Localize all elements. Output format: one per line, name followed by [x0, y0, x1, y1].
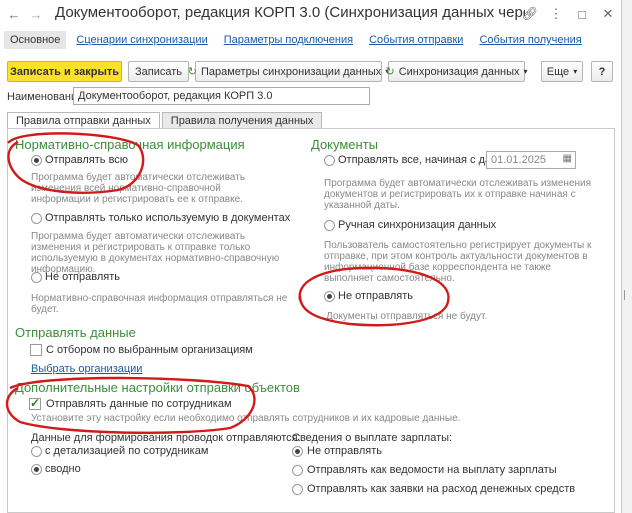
docs-date-value: 01.01.2025 — [491, 154, 547, 166]
postings-detailed-label: с детализацией по сотрудникам — [45, 445, 209, 457]
tab-main[interactable]: Основное — [4, 31, 67, 49]
postings-label: Данные для формирования проводок отправл… — [31, 432, 301, 444]
nsi-used-only-desc: Программа будет автоматически отслеживат… — [31, 231, 280, 275]
back-icon[interactable]: ← — [6, 6, 22, 22]
nsi-send-all-radio[interactable] — [31, 155, 42, 166]
tab-receive-events[interactable]: События получения — [473, 31, 587, 49]
tab-send-rules[interactable]: Правила отправки данных — [7, 112, 160, 129]
sync-params-icon: ↻ — [187, 66, 197, 78]
title-bar: ← → Документооборот, редакция КОРП 3.0 (… — [0, 0, 622, 28]
docs-send-from-date-desc: Программа будет автоматически отслеживат… — [324, 178, 592, 211]
postings-summary-label: сводно — [45, 463, 81, 475]
sync-data-icon: ↻ — [385, 66, 395, 78]
nsi-section-title: Нормативно-справочная информация — [15, 137, 245, 152]
chevron-down-icon: ▾ — [523, 67, 528, 76]
docs-send-from-date-radio[interactable] — [324, 155, 335, 166]
salary-requests-label: Отправлять как заявки на расход денежных… — [307, 483, 576, 495]
postings-summary-radio[interactable] — [31, 464, 42, 475]
employees-checkbox[interactable] — [29, 396, 41, 410]
salary-label: Сведения о выплате зарплаты: — [292, 432, 453, 444]
salary-statements-radio[interactable] — [292, 465, 303, 476]
nsi-used-only-radio[interactable] — [31, 213, 42, 224]
postings-detailed-radio[interactable] — [31, 446, 42, 457]
salary-dont-send-label: Не отправлять — [307, 445, 382, 457]
more-button[interactable]: Еще ▾ — [541, 61, 583, 82]
tab-receive-rules[interactable]: Правила получения данных — [161, 112, 323, 129]
salary-statements-label: Отправлять как ведомости на выплату зарп… — [307, 464, 557, 476]
docs-manual-sync-label: Ручная синхронизация данных — [338, 219, 497, 231]
app-window: ← → Документооборот, редакция КОРП 3.0 (… — [0, 0, 622, 513]
maximize-icon[interactable]: □ — [574, 6, 590, 22]
help-label: ? — [598, 65, 606, 78]
name-field[interactable]: Документооборот, редакция КОРП 3.0 — [73, 87, 370, 105]
salary-requests-radio[interactable] — [292, 484, 303, 495]
tab-send-events[interactable]: События отправки — [363, 31, 469, 49]
filter-orgs-label: С отбором по выбранным организациям — [46, 344, 253, 356]
toolbar: Записать и закрыть Записать ↻ Параметры … — [7, 61, 615, 83]
docs-date-field[interactable]: 01.01.2025 ▦ — [486, 151, 576, 169]
docs-manual-sync-desc: Пользователь самостоятельно регистрирует… — [324, 240, 592, 284]
more-label: Еще — [546, 65, 570, 78]
docs-manual-sync-radio[interactable] — [324, 220, 335, 231]
docs-section-title: Документы — [311, 137, 379, 152]
tab-sync-scenarios[interactable]: Сценарии синхронизации — [70, 31, 213, 49]
sync-data-label: Синхронизация данных — [398, 65, 520, 78]
docs-send-from-date-label: Отправлять все, начиная с даты — [338, 154, 504, 166]
window-title: Документооборот, редакция КОРП 3.0 (Синх… — [55, 4, 525, 21]
employees-desc: Установите эту настройку если необходимо… — [31, 413, 461, 424]
docs-dont-send-label: Не отправлять — [338, 290, 413, 302]
calendar-icon[interactable]: ▦ — [563, 153, 572, 164]
nsi-send-all-label: Отправлять всю — [45, 154, 129, 166]
chevron-down-icon: ▾ — [573, 67, 578, 76]
nsi-dont-send-desc: Нормативно-справочная информация отправл… — [31, 293, 288, 315]
link-icon[interactable]: 🔗︎ — [522, 6, 539, 22]
rules-tabs: Правила отправки данных Правила получени… — [7, 112, 324, 129]
form-navigation: Основное Сценарии синхронизации Параметр… — [4, 30, 592, 50]
close-icon[interactable]: ✕ — [600, 6, 616, 22]
edge-mark — [624, 290, 630, 300]
docs-dont-send-desc: Документы отправляться не будут. — [326, 311, 488, 322]
salary-dont-send-radio[interactable] — [292, 446, 303, 457]
tab-connection-params[interactable]: Параметры подключения — [218, 31, 359, 49]
send-data-section-title: Отправлять данные — [15, 325, 136, 340]
more-icon[interactable]: ⋮ — [548, 6, 564, 22]
save-label: Записать — [134, 65, 182, 78]
help-button[interactable]: ? — [591, 61, 613, 82]
docs-dont-send-radio[interactable] — [324, 291, 335, 302]
nsi-send-all-desc: Программа будет автоматически отслеживат… — [31, 172, 246, 205]
employees-label: Отправлять данные по сотрудникам — [46, 398, 232, 410]
star-icon[interactable] — [0, 6, 6, 22]
save-button[interactable]: Записать — [128, 61, 189, 82]
save-close-label: Записать и закрыть — [9, 65, 120, 78]
sync-params-label: Параметры синхронизации данных — [200, 65, 382, 78]
select-orgs-link[interactable]: Выбрать организации — [31, 363, 142, 375]
save-close-button[interactable]: Записать и закрыть — [7, 61, 122, 82]
extra-section-title: Дополнительные настройки отправки объект… — [15, 380, 300, 395]
filter-orgs-checkbox[interactable] — [30, 344, 42, 356]
sync-data-button[interactable]: ↻ Синхронизация данных ▾ — [385, 61, 528, 82]
nsi-dont-send-radio[interactable] — [31, 272, 42, 283]
nsi-used-only-label: Отправлять только используемую в докумен… — [45, 212, 291, 224]
nsi-dont-send-label: Не отправлять — [45, 271, 120, 283]
sync-params-button[interactable]: ↻ Параметры синхронизации данных ▾ — [188, 61, 389, 82]
forward-icon[interactable]: → — [28, 6, 44, 22]
window-edge — [622, 0, 632, 513]
